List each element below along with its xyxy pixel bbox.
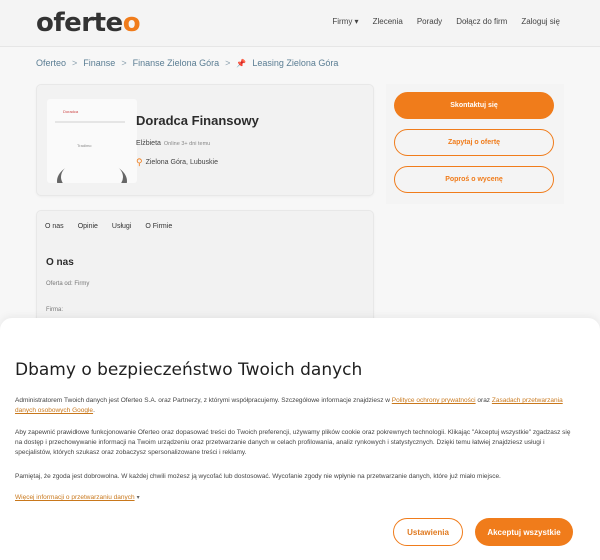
action-panel: Skontaktuj się Zapytaj o ofertę Poproś o… bbox=[386, 84, 564, 204]
breadcrumb-item-finanse-zg[interactable]: Finanse Zielona Góra bbox=[133, 58, 220, 68]
tab-opinie[interactable]: Opinie bbox=[78, 223, 98, 230]
company-thumbnail[interactable]: Doradca Tradimo bbox=[47, 99, 137, 183]
contact-person: Elżbieta Online 3+ dni temu bbox=[136, 140, 210, 147]
consent-paragraph-withdraw: Pamiętaj, że zgoda jest dobrowolna. W ka… bbox=[15, 473, 501, 480]
ask-price-button[interactable]: Poproś o wycenę bbox=[394, 166, 554, 193]
contact-button[interactable]: Skontaktuj się bbox=[394, 92, 554, 119]
person-name: Elżbieta bbox=[136, 140, 161, 147]
thumbnail-text: Doradca bbox=[63, 109, 79, 114]
thumbnail-text: Tradimo bbox=[77, 143, 92, 148]
more-info-link[interactable]: Więcej informacji o przetwarzaniu danych… bbox=[15, 494, 140, 501]
settings-button[interactable]: Ustawienia bbox=[393, 518, 463, 546]
profile-card: Doradca Tradimo Doradca Finansowy Elżbie… bbox=[36, 84, 374, 196]
nav-zaloguj[interactable]: Zaloguj się bbox=[521, 17, 560, 26]
pin-icon: 📌 bbox=[236, 58, 247, 68]
section-title: O nas bbox=[46, 257, 74, 268]
breadcrumb-item-finanse[interactable]: Finanse bbox=[83, 58, 115, 68]
main-nav: Firmy ▾ Zlecenia Porady Dołącz do firm Z… bbox=[332, 17, 560, 26]
online-status: Online 3+ dni temu bbox=[163, 141, 211, 147]
consent-paragraph-cookies: Aby zapewnić prawidłowe funkcjonowanie O… bbox=[15, 429, 571, 456]
chevron-down-icon: ▾ bbox=[136, 495, 140, 501]
tab-uslugi[interactable]: Usługi bbox=[112, 223, 131, 230]
page: oferteo Firmy ▾ Zlecenia Porady Dołącz d… bbox=[0, 0, 600, 560]
tab-o-firmie[interactable]: O Firmie bbox=[145, 223, 172, 230]
breadcrumb-separator: > bbox=[72, 58, 78, 68]
tab-o-nas[interactable]: O nas bbox=[45, 223, 64, 230]
breadcrumb-item-leasing[interactable]: Leasing Zielona Góra bbox=[252, 58, 338, 68]
cookie-consent-modal: Dbamy o bezpieczeństwo Twoich danych Adm… bbox=[0, 318, 600, 560]
consent-paragraph-admin: Administratorem Twoich danych jest Ofert… bbox=[15, 397, 563, 414]
location-pin-icon: ⚲ bbox=[136, 157, 143, 167]
ask-offer-button[interactable]: Zapytaj o ofertę bbox=[394, 129, 554, 156]
nav-dolacz[interactable]: Dołącz do firm bbox=[456, 17, 507, 26]
breadcrumb-item-oferteo[interactable]: Oferteo bbox=[36, 58, 66, 68]
nav-porady[interactable]: Porady bbox=[417, 17, 442, 26]
breadcrumb-separator: > bbox=[225, 58, 231, 68]
site-header: oferteo Firmy ▾ Zlecenia Porady Dołącz d… bbox=[0, 0, 600, 47]
location-text: Zielona Góra, Lubuskie bbox=[145, 159, 218, 166]
nav-zlecenia[interactable]: Zlecenia bbox=[373, 17, 403, 26]
tabs: O nas Opinie Usługi O Firmie bbox=[45, 223, 172, 230]
modal-title: Dbamy o bezpieczeństwo Twoich danych bbox=[15, 360, 363, 380]
accept-all-button[interactable]: Akceptuj wszystkie bbox=[475, 518, 573, 546]
location: ⚲ Zielona Góra, Lubuskie bbox=[136, 157, 218, 168]
privacy-policy-link[interactable]: Polityce ochrony prywatności bbox=[392, 397, 476, 404]
oferteo-logo[interactable]: oferteo bbox=[36, 8, 141, 38]
breadcrumb-separator: > bbox=[121, 58, 127, 68]
nav-firmy[interactable]: Firmy ▾ bbox=[332, 17, 358, 26]
breadcrumb: Oferteo > Finanse > Finanse Zielona Góra… bbox=[36, 58, 338, 68]
offer-type: Oferta od: Firmy bbox=[46, 281, 90, 287]
company-name: Doradca Finansowy bbox=[136, 113, 259, 128]
company-label: Firma: bbox=[46, 307, 63, 313]
